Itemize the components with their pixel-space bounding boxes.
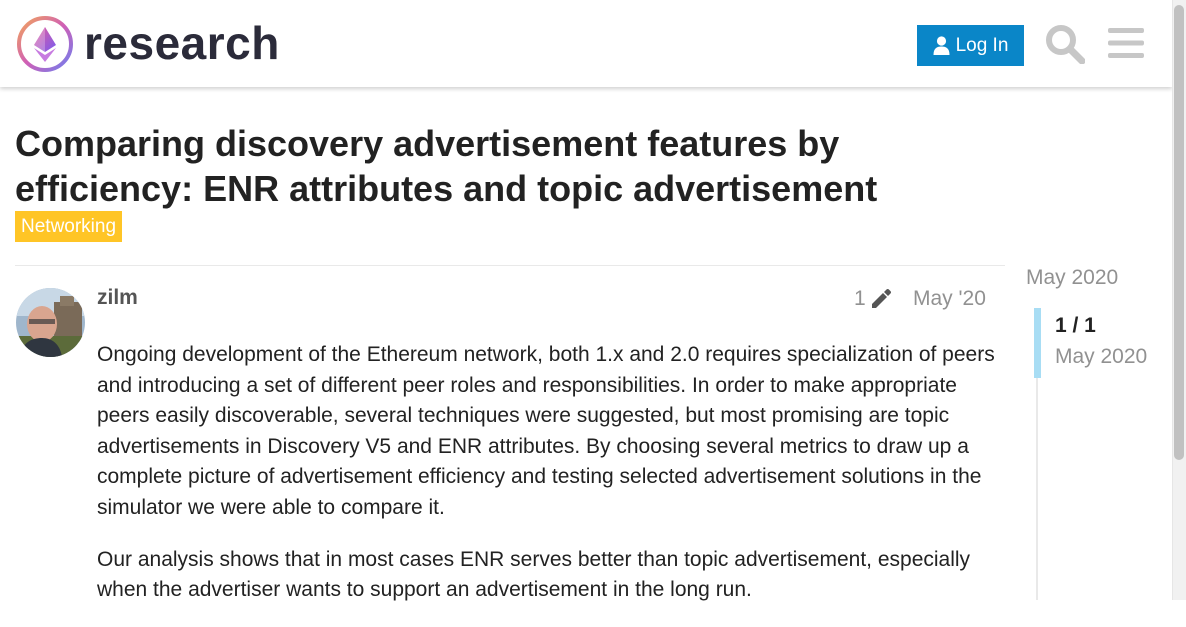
timeline-position: 1 / 1 bbox=[1055, 314, 1096, 337]
site-header: research Log In bbox=[0, 0, 1172, 87]
timeline-handle[interactable] bbox=[1034, 308, 1041, 378]
site-name[interactable]: research bbox=[84, 14, 280, 72]
logo-icon[interactable] bbox=[16, 15, 74, 73]
timeline-start-date[interactable]: May 2020 bbox=[1026, 266, 1118, 290]
topic-title[interactable]: Comparing discovery advertisement featur… bbox=[15, 121, 975, 211]
hamburger-menu-icon[interactable] bbox=[1108, 27, 1144, 59]
pencil-icon bbox=[871, 288, 891, 308]
edit-count: 1 bbox=[854, 287, 866, 310]
divider bbox=[15, 265, 1005, 266]
timeline-current-date: May 2020 bbox=[1055, 345, 1148, 368]
post-paragraph: Our analysis shows that in most cases EN… bbox=[97, 547, 971, 602]
avatar[interactable] bbox=[16, 288, 85, 357]
post-body: Ongoing development of the Ethereum netw… bbox=[97, 340, 997, 627]
login-button[interactable]: Log In bbox=[917, 25, 1024, 66]
user-icon bbox=[933, 36, 950, 55]
post-date[interactable]: May '20 bbox=[913, 287, 986, 311]
login-label: Log In bbox=[955, 34, 1009, 56]
scrollbar-thumb[interactable] bbox=[1174, 5, 1184, 460]
avatar-image bbox=[16, 288, 85, 357]
category-badge[interactable]: Networking bbox=[15, 211, 123, 242]
edit-history-button[interactable]: 1 bbox=[854, 287, 892, 311]
post-username[interactable]: zilm bbox=[97, 286, 138, 310]
post-paragraph: Ongoing development of the Ethereum netw… bbox=[97, 343, 995, 519]
search-icon[interactable] bbox=[1045, 24, 1085, 64]
